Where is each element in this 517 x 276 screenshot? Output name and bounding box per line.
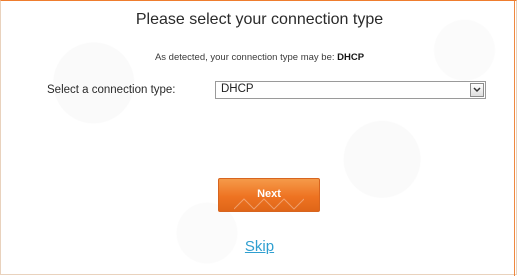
page-title: Please select your connection type <box>135 11 384 28</box>
connection-type-selected-value: DHCP <box>221 83 254 95</box>
connection-type-label: Select a connection type: <box>47 84 176 96</box>
connection-type-select[interactable]: DHCP <box>215 81 486 99</box>
next-button-label: Next <box>257 188 281 200</box>
connection-type-panel: Please select your connection type As de… <box>0 0 517 276</box>
next-button[interactable]: Next <box>218 178 320 212</box>
detected-connection-message: As detected, your connection type may be… <box>1 52 517 63</box>
detected-connection-prefix: As detected, your connection type may be… <box>154 52 335 63</box>
detected-connection-value: DHCP <box>337 52 365 63</box>
select-dropdown-button[interactable] <box>470 83 484 97</box>
skip-link[interactable]: Skip <box>1 238 517 255</box>
chevron-down-icon <box>473 87 481 93</box>
